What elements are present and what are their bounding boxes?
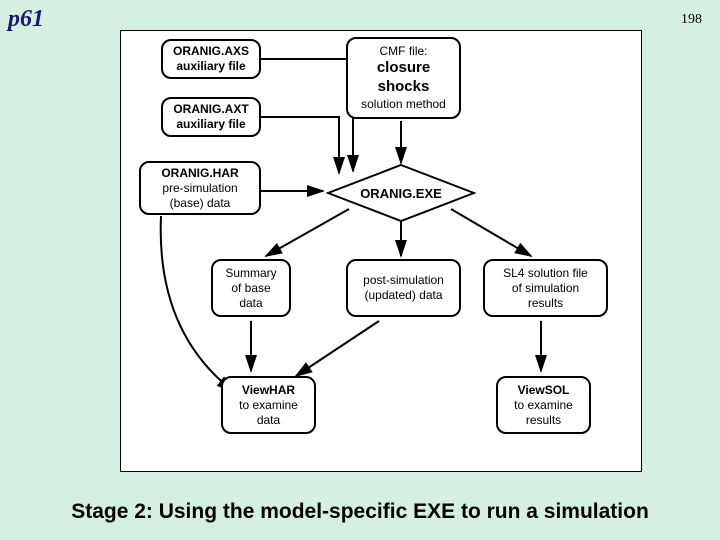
- box-har-l2: pre-simulation: [162, 181, 237, 196]
- box-viewsol-l1: ViewSOL: [518, 383, 570, 398]
- box-sl4-l2: of simulation: [512, 281, 579, 296]
- caption: Stage 2: Using the model-specific EXE to…: [0, 500, 720, 524]
- box-cmf-l2: closure: [377, 59, 430, 78]
- box-axt: ORANIG.AXT auxiliary file: [161, 97, 261, 137]
- box-cmf-l3: shocks: [378, 78, 430, 97]
- box-cmf-l4: solution method: [361, 97, 446, 112]
- box-viewsol-l3: results: [526, 413, 561, 428]
- box-post-l2: (updated) data: [364, 288, 442, 303]
- box-summary-l1: Summary: [225, 266, 276, 281]
- box-cmf-l1: CMF file:: [380, 44, 428, 59]
- box-viewhar-l3: data: [257, 413, 280, 428]
- box-viewhar-l1: ViewHAR: [242, 383, 295, 398]
- box-post: post-simulation (updated) data: [346, 259, 461, 317]
- box-summary: Summary of base data: [211, 259, 291, 317]
- box-viewsol-l2: to examine: [514, 398, 573, 413]
- box-summary-l2: of base: [231, 281, 270, 296]
- box-exe: ORANIG.EXE: [326, 163, 476, 223]
- box-axs: ORANIG.AXS auxiliary file: [161, 39, 261, 79]
- box-post-l1: post-simulation: [363, 273, 444, 288]
- box-sl4: SL4 solution file of simulation results: [483, 259, 608, 317]
- box-har-l1: ORANIG.HAR: [161, 166, 238, 181]
- box-axt-title: ORANIG.AXT: [173, 102, 248, 117]
- box-har: ORANIG.HAR pre-simulation (base) data: [139, 161, 261, 215]
- box-exe-label: ORANIG.EXE: [360, 186, 442, 201]
- box-axs-title: ORANIG.AXS: [173, 44, 249, 59]
- box-axt-sub: auxiliary file: [176, 117, 245, 132]
- box-har-l3: (base) data: [170, 196, 231, 211]
- box-sl4-l1: SL4 solution file: [503, 266, 588, 281]
- flow-diagram: ORANIG.AXS auxiliary file ORANIG.AXT aux…: [120, 30, 642, 472]
- page-number: 198: [681, 12, 702, 28]
- page-label: p61: [8, 6, 44, 33]
- box-cmf: CMF file: closure shocks solution method: [346, 37, 461, 119]
- box-sl4-l3: results: [528, 296, 563, 311]
- box-summary-l3: data: [239, 296, 262, 311]
- box-viewsol: ViewSOL to examine results: [496, 376, 591, 434]
- box-viewhar-l2: to examine: [239, 398, 298, 413]
- box-viewhar: ViewHAR to examine data: [221, 376, 316, 434]
- box-axs-sub: auxiliary file: [176, 59, 245, 74]
